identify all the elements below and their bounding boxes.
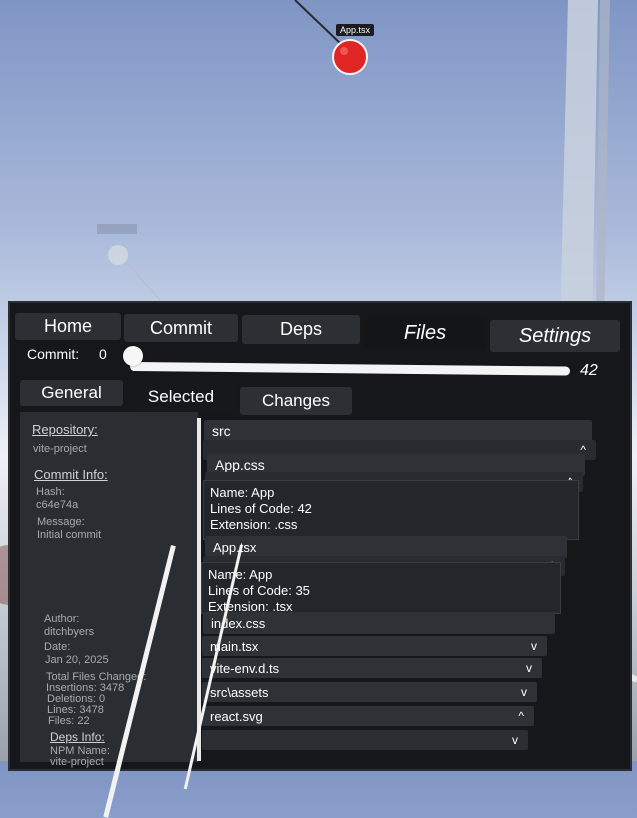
chevron-down-icon: v: [531, 639, 537, 653]
tree-file-react-svg[interactable]: react.svg ^: [202, 706, 534, 726]
file-node-label: App.tsx: [336, 24, 375, 36]
tree-folder-src-assets-label: src\assets: [210, 684, 269, 700]
app-css-lines-of-code: Lines of Code: 42: [210, 501, 312, 516]
app-tsx-lines-of-code: Lines of Code: 35: [208, 583, 310, 598]
chevron-up-icon: ^: [518, 709, 524, 723]
message-label: Message:: [37, 516, 85, 528]
subtab-selected[interactable]: Selected: [128, 383, 234, 410]
tree-folder-src[interactable]: src: [204, 420, 592, 442]
tab-commit[interactable]: Commit: [124, 314, 238, 342]
deps-info-heading: Deps Info:: [50, 730, 105, 744]
chevron-down-icon: v: [526, 661, 532, 675]
app-css-extension: Extension: .css: [210, 517, 298, 532]
commit-slider-value: 0: [99, 346, 107, 362]
tree-folder-src-label: src: [212, 423, 231, 439]
app-css-name: Name: App: [210, 485, 275, 500]
subtab-changes[interactable]: Changes: [240, 387, 352, 415]
tab-deps[interactable]: Deps: [242, 315, 360, 344]
npm-name-value: vite-project: [50, 756, 104, 768]
author-label: Author:: [44, 613, 80, 625]
tree-file-app-tsx[interactable]: App.tsx: [205, 536, 567, 558]
tree-file-vite-env-label: vite-env.d.ts: [210, 660, 280, 676]
tab-settings[interactable]: Settings: [490, 320, 620, 352]
commit-slider-label: Commit:: [27, 346, 80, 362]
app-tsx-name: Name: App: [208, 567, 273, 582]
tab-files[interactable]: Files: [364, 318, 486, 349]
file-node-sphere[interactable]: [330, 37, 370, 77]
vr-scene: App.tsx Home Commit Deps Files Settings …: [0, 0, 637, 818]
app-css-details: Name: App Lines of Code: 42 Extension: .…: [203, 480, 579, 540]
tree-file-app-tsx-label: App.tsx: [213, 539, 257, 555]
hash-label: Hash:: [36, 486, 65, 498]
tab-home[interactable]: Home: [15, 313, 121, 340]
tree-file-main-tsx[interactable]: main.tsx v: [202, 636, 547, 656]
commit-slider-max: 42: [580, 362, 598, 379]
subtab-general[interactable]: General: [20, 380, 123, 406]
files-count: Files: 22: [48, 715, 90, 727]
author-value: ditchbyers: [44, 626, 95, 638]
chevron-down-icon: v: [521, 685, 527, 699]
tree-file-index-css-label: index.css: [211, 615, 266, 631]
tree-file-vite-env[interactable]: vite-env.d.ts v: [202, 658, 542, 678]
tree-folder-src-assets[interactable]: src\assets v: [202, 682, 537, 702]
date-value: Jan 20, 2025: [45, 654, 109, 666]
distant-node-label: [97, 224, 137, 234]
tree-file-index-css[interactable]: index.css: [203, 612, 555, 634]
commit-info-heading: Commit Info:: [34, 467, 108, 482]
tree-file-react-svg-toggle[interactable]: v: [202, 730, 528, 750]
app-tsx-details: Name: App Lines of Code: 35 Extension: .…: [201, 562, 561, 614]
commit-slider-handle[interactable]: [123, 346, 143, 366]
tree-file-react-svg-label: react.svg: [210, 708, 263, 724]
date-label: Date:: [44, 641, 71, 653]
hash-value: c64e74a: [36, 499, 79, 511]
tree-file-app-css-label: App.css: [215, 457, 265, 473]
chevron-down-icon: v: [512, 733, 518, 747]
repository-heading: Repository:: [32, 422, 98, 437]
repository-name: vite-project: [33, 443, 87, 455]
message-value: Initial commit: [37, 529, 102, 541]
